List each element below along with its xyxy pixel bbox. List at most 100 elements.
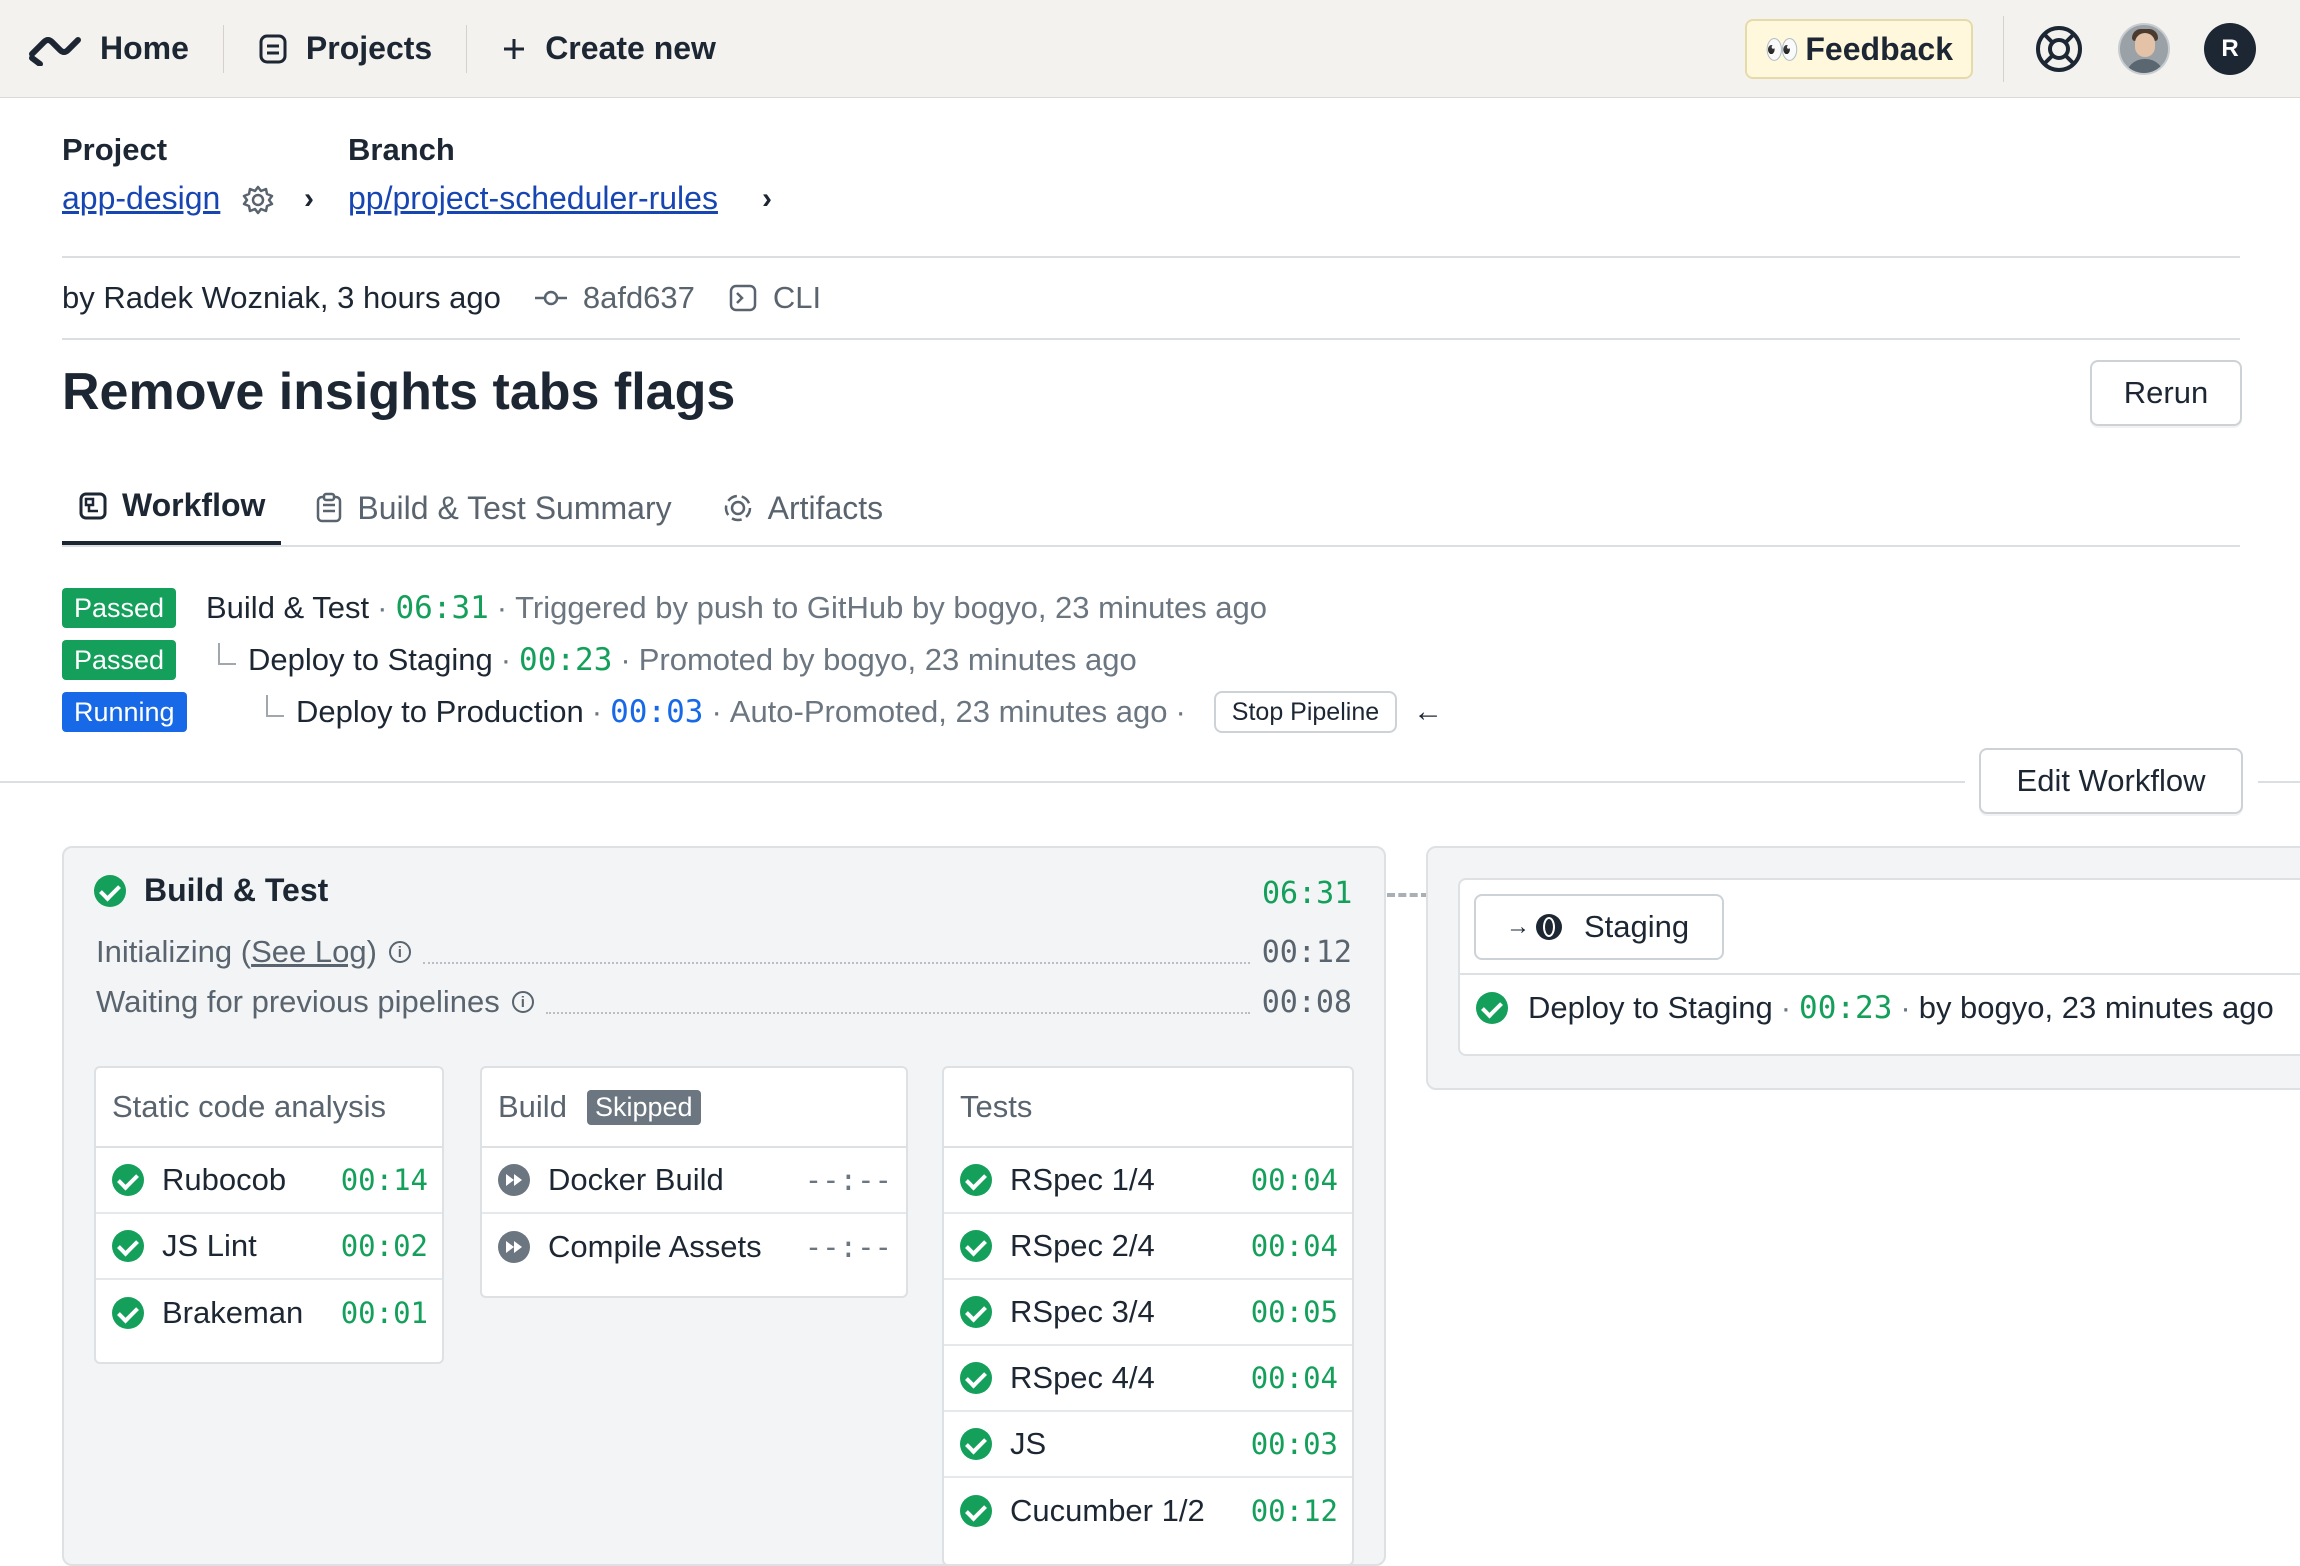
commit-meta: by Radek Wozniak, 3 hours ago 8afd637 CL… (62, 278, 821, 318)
card-title: Tests (944, 1068, 1352, 1148)
tab-summary-label: Build & Test Summary (357, 489, 672, 526)
pipeline-row[interactable]: Passed (62, 586, 177, 630)
init-duration: 00:12 (1261, 934, 1352, 970)
nav-home-label: Home (100, 30, 189, 66)
passed-check-icon (960, 1495, 992, 1527)
nav-projects[interactable]: Projects (224, 0, 466, 98)
feedback-label: Feedback (1805, 30, 1953, 67)
staging-target-button[interactable]: → Staging (1474, 894, 1724, 960)
plus-icon (504, 38, 525, 59)
staging-detail: by bogyo, 23 minutes ago (1918, 990, 2274, 1025)
passed-check-icon (112, 1164, 144, 1196)
workflow-divider (0, 781, 1965, 783)
arrow-left-icon: ← (1413, 695, 1444, 728)
passed-check-icon (960, 1230, 992, 1262)
nav-divider (2003, 16, 2004, 82)
rerun-button[interactable]: Rerun (2090, 360, 2242, 426)
commit-sha-text: 8afd637 (582, 280, 695, 315)
job-row[interactable]: Compile Assets --:-- (482, 1214, 906, 1280)
job-row[interactable]: Rubocob 00:14 (96, 1148, 442, 1214)
trigger-source-text: CLI (772, 280, 822, 315)
edit-workflow-button[interactable]: Edit Workflow (1979, 748, 2243, 814)
nav-right-group: 👀 Feedback R (1744, 0, 2256, 98)
info-icon[interactable]: i (511, 991, 534, 1013)
meta-divider (62, 338, 2240, 340)
pipeline-row[interactable]: Passed (62, 638, 177, 682)
eyes-emoji-icon: 👀 (1764, 33, 1800, 65)
status-badge: Passed (62, 588, 177, 628)
pipeline-row[interactable]: Running (62, 690, 187, 734)
pipeline-name[interactable]: Build & Test (206, 590, 369, 626)
pipeline-trigger: Triggered by push to GitHub by bogyo, 23… (515, 590, 1268, 625)
workflow-icon (79, 492, 107, 519)
job-row[interactable]: JS 00:03 (944, 1412, 1352, 1478)
pipeline-info: Deploy to Staging · 00:23 · Promoted by … (218, 638, 1137, 682)
job-row[interactable]: RSpec 3/4 00:05 (944, 1280, 1352, 1346)
top-navigation: Home Projects Create new 👀 Feedback R (0, 0, 2300, 98)
job-row[interactable]: Docker Build --:-- (482, 1148, 906, 1214)
pipeline-info: Build & Test · 06:31 · Triggered by push… (206, 590, 1268, 626)
pipeline-duration: 06:31 (395, 590, 489, 626)
terminal-icon (729, 284, 757, 312)
block-card-tests: Tests RSpec 1/4 00:04 RSpec 2/4 00:04 RSpe… (942, 1066, 1354, 1566)
feedback-button[interactable]: 👀 Feedback (1744, 19, 1973, 79)
header-divider (62, 256, 2240, 258)
commit-icon (534, 290, 567, 306)
breadcrumb-chevron: › (304, 182, 314, 215)
skipped-icon (498, 1164, 530, 1196)
staging-duration: 00:23 (1799, 990, 1893, 1026)
nav-projects-label: Projects (305, 30, 433, 66)
organization-avatar[interactable]: R (2204, 23, 2256, 75)
arrow-right-icon: → (1506, 913, 1530, 940)
pipeline-duration: 00:03 (610, 694, 704, 730)
tab-artifacts[interactable]: Artifacts (706, 470, 900, 546)
card-title: Build Skipped (482, 1068, 906, 1148)
job-row[interactable]: RSpec 1/4 00:04 (944, 1148, 1352, 1214)
waiting-row: Waiting for previous pipelines i 00:08 (96, 984, 1352, 1020)
nav-create-new[interactable]: Create new (467, 0, 750, 98)
see-log-link[interactable]: See Log (251, 934, 367, 970)
passed-check-icon (112, 1230, 144, 1262)
passed-check-icon (94, 874, 126, 907)
pipeline-trigger: Promoted by bogyo, 23 minutes ago (638, 642, 1137, 677)
commit-sha[interactable]: 8afd637 (501, 280, 695, 316)
tree-connector (218, 643, 236, 665)
tab-workflow[interactable]: Workflow (62, 470, 282, 546)
project-link[interactable]: app-design (62, 180, 220, 217)
pipeline-info: Deploy to Production · 00:03 · Auto-Prom… (266, 690, 1443, 734)
pipeline-name[interactable]: Deploy to Staging (248, 642, 493, 678)
staging-pipeline-row[interactable]: Deploy to Staging · 00:23 · by bogyo, 23… (1476, 988, 2274, 1028)
job-row[interactable]: Brakeman 00:01 (96, 1280, 442, 1346)
block-card-build: Build Skipped Docker Build --:-- Compile A… (480, 1066, 908, 1298)
breadcrumb-chevron: › (762, 182, 772, 215)
passed-check-icon (1476, 992, 1508, 1024)
job-row[interactable]: Cucumber 1/2 00:12 (944, 1478, 1352, 1544)
pipeline-name[interactable]: Deploy to Production (296, 694, 584, 730)
job-row[interactable]: JS Lint 00:02 (96, 1214, 442, 1280)
user-avatar-photo[interactable] (2118, 23, 2170, 75)
initializing-row: Initializing (See Log) i 00:12 (96, 934, 1352, 970)
artifacts-icon (724, 494, 751, 522)
trigger-source: CLI (695, 280, 821, 316)
info-icon[interactable]: i (388, 941, 411, 963)
workflow-divider (2258, 781, 2300, 783)
promotion-connector (1387, 893, 1429, 897)
clipboard-icon (317, 492, 342, 523)
tab-build-test-summary[interactable]: Build & Test Summary (299, 470, 687, 546)
block-title: Build & Test (144, 872, 329, 908)
branch-label: Branch (348, 132, 455, 167)
globe-icon (1536, 914, 1562, 940)
project-settings-gear-icon[interactable] (242, 184, 274, 216)
help-lifebuoy-icon[interactable] (2034, 24, 2084, 74)
branch-link[interactable]: pp/project-scheduler-rules (348, 180, 718, 217)
nav-home[interactable]: Home (0, 0, 223, 98)
skipped-icon (498, 1231, 530, 1263)
nav-create-label: Create new (545, 30, 716, 66)
status-badge: Passed (62, 640, 177, 680)
tab-workflow-label: Workflow (122, 487, 266, 523)
stop-pipeline-button[interactable]: Stop Pipeline (1213, 691, 1398, 733)
job-row[interactable]: RSpec 4/4 00:04 (944, 1346, 1352, 1412)
block-card-static-analysis: Static code analysis Rubocob 00:14 JS Lin… (94, 1066, 444, 1364)
tree-connector (266, 695, 284, 717)
job-row[interactable]: RSpec 2/4 00:04 (944, 1214, 1352, 1280)
